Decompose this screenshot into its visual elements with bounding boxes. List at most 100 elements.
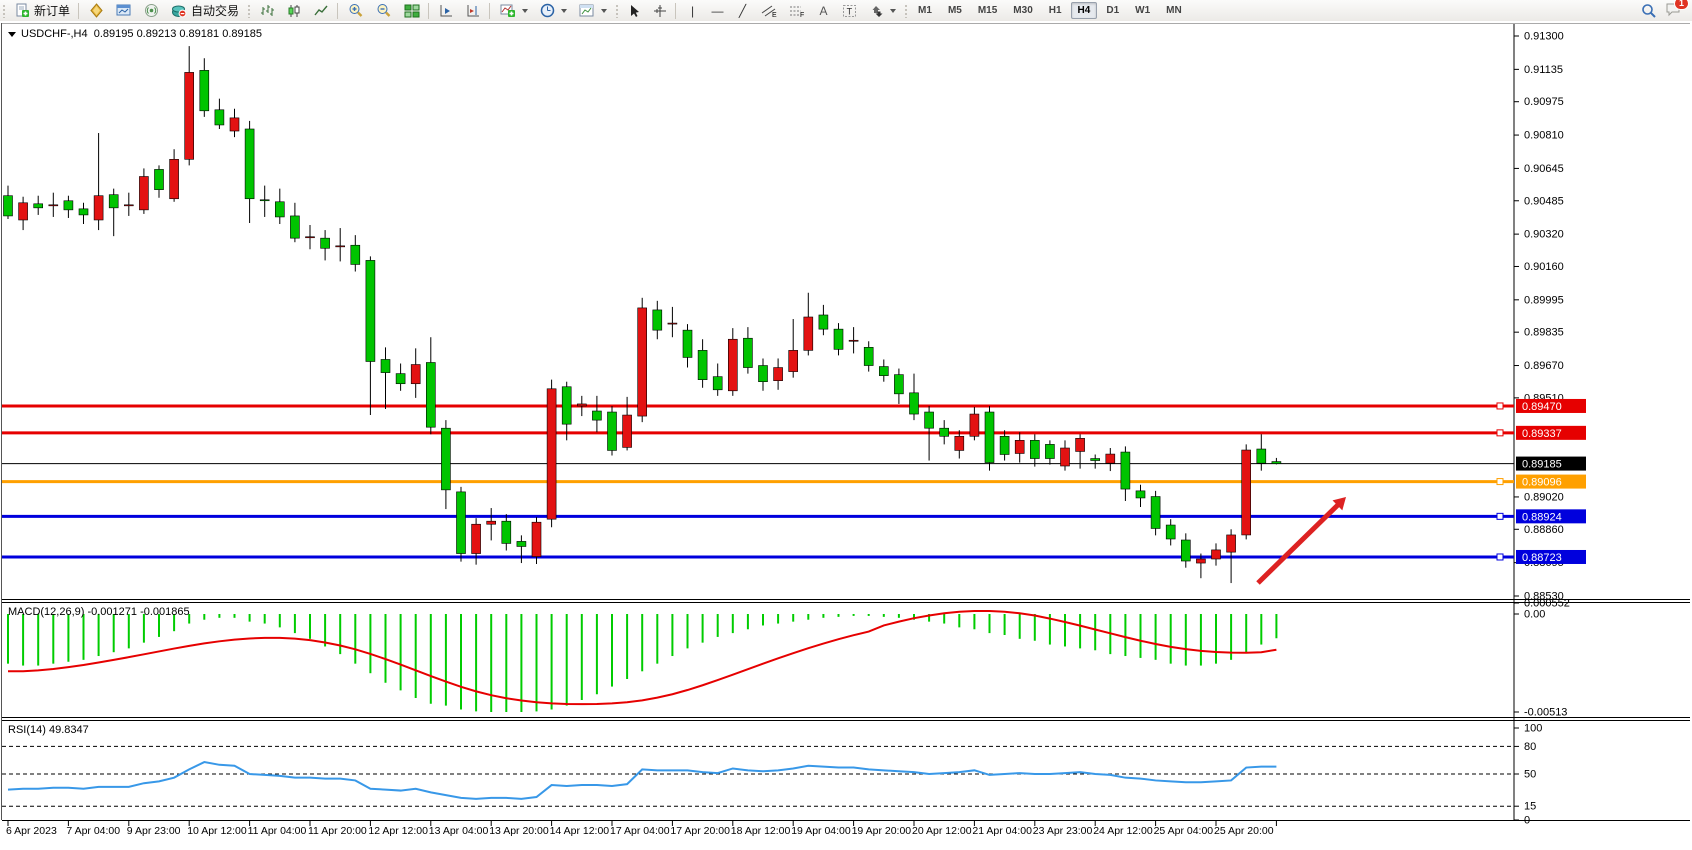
trendline-tool[interactable]: ╱ (730, 0, 755, 21)
candle-body[interactable] (1227, 535, 1236, 552)
candle-body[interactable] (1151, 497, 1160, 529)
candle-body[interactable] (200, 70, 209, 110)
candle-body[interactable] (109, 195, 118, 208)
text-tool[interactable]: A (811, 0, 836, 21)
candle-body[interactable] (804, 317, 813, 350)
candle-body[interactable] (306, 237, 315, 238)
candle-body[interactable] (532, 522, 541, 556)
candle-body[interactable] (849, 340, 858, 341)
candle-body[interactable] (441, 428, 450, 490)
candle-body[interactable] (290, 216, 299, 238)
vertical-line-tool[interactable]: | (680, 0, 705, 21)
candle-body[interactable] (759, 366, 768, 382)
candle-body[interactable] (638, 308, 647, 416)
tf-button-w1[interactable]: W1 (1128, 2, 1157, 19)
zoom-in-button[interactable] (342, 0, 370, 21)
chart-header[interactable]: USDCHF-,H4 0.89195 0.89213 0.89181 0.891… (8, 28, 262, 40)
candle-body[interactable] (1136, 491, 1145, 498)
equidistant-channel-tool[interactable]: E (755, 0, 783, 21)
candle-body[interactable] (170, 159, 179, 198)
candle-body[interactable] (894, 375, 903, 394)
toolbar-drag-handle[interactable] (615, 4, 620, 18)
cursor-button[interactable] (622, 0, 647, 21)
data-window-button[interactable] (110, 0, 138, 21)
candle-body[interactable] (1061, 448, 1070, 466)
candle-body[interactable] (321, 238, 330, 248)
candle-body[interactable] (215, 110, 224, 125)
line-chart-type-button[interactable] (308, 0, 335, 21)
notifications-button[interactable]: 1 (1665, 2, 1682, 20)
text-label-tool[interactable]: T (836, 0, 863, 21)
candle-body[interactable] (1076, 438, 1085, 451)
candle-body[interactable] (411, 365, 420, 384)
toolbar-drag-handle[interactable] (247, 4, 252, 18)
templates-button[interactable] (573, 0, 613, 21)
chart-shift-button[interactable] (460, 0, 487, 21)
candle-body[interactable] (819, 315, 828, 329)
tile-windows-button[interactable] (398, 0, 426, 21)
candle-body[interactable] (351, 245, 360, 264)
candle-body[interactable] (396, 374, 405, 384)
candle-body[interactable] (139, 177, 148, 210)
candle-body[interactable] (713, 377, 722, 390)
candle-body[interactable] (1242, 450, 1251, 535)
horizontal-line-tool[interactable]: — (705, 0, 730, 21)
candle-body[interactable] (925, 412, 934, 428)
candle-body[interactable] (743, 338, 752, 367)
candle-body[interactable] (155, 169, 164, 189)
candle-body[interactable] (64, 201, 73, 210)
candle-body[interactable] (1000, 436, 1009, 454)
zoom-out-button[interactable] (370, 0, 398, 21)
candle-body[interactable] (985, 412, 994, 463)
tf-button-m5[interactable]: M5 (941, 2, 969, 19)
candle-body[interactable] (185, 72, 194, 159)
candle-body[interactable] (1030, 440, 1039, 458)
market-watch-button[interactable] (83, 0, 110, 21)
candle-body[interactable] (79, 209, 88, 215)
candle-body[interactable] (1015, 440, 1024, 453)
candle-body[interactable] (562, 387, 571, 424)
candle-body[interactable] (864, 347, 873, 365)
line-handle[interactable] (1497, 430, 1503, 436)
candle-body[interactable] (275, 202, 284, 217)
candle-body[interactable] (1166, 525, 1175, 539)
tf-button-h4[interactable]: H4 (1071, 2, 1098, 19)
candle-body[interactable] (1257, 449, 1266, 463)
toolbar-drag-handle[interactable] (904, 4, 909, 18)
candle-body[interactable] (457, 492, 466, 554)
tf-button-m30[interactable]: M30 (1006, 2, 1039, 19)
signals-button[interactable] (138, 0, 165, 21)
tf-button-m15[interactable]: M15 (971, 2, 1004, 19)
candle-body[interactable] (1181, 540, 1190, 561)
chart-canvas[interactable]: 0.913000.911350.909750.908100.906450.904… (0, 22, 1692, 850)
candle-body[interactable] (260, 200, 269, 201)
candle-body[interactable] (49, 205, 58, 206)
candle-body[interactable] (789, 350, 798, 371)
candle-body[interactable] (1121, 452, 1130, 489)
candle-body[interactable] (502, 521, 511, 543)
fibonacci-tool[interactable]: F (783, 0, 811, 21)
candle-body[interactable] (910, 393, 919, 414)
candle-body[interactable] (623, 415, 632, 447)
candle-body[interactable] (124, 205, 133, 206)
candle-body[interactable] (547, 389, 556, 519)
candle-body[interactable] (698, 350, 707, 379)
tf-button-m1[interactable]: M1 (911, 2, 939, 19)
candle-body[interactable] (1196, 559, 1205, 563)
chart-dropdown-icon[interactable] (8, 32, 16, 37)
candle-body[interactable] (774, 368, 783, 381)
candle-body[interactable] (472, 524, 481, 553)
candle-body[interactable] (970, 414, 979, 436)
tf-button-mn[interactable]: MN (1159, 2, 1189, 19)
candle-body[interactable] (34, 204, 43, 208)
candle-body[interactable] (1045, 444, 1054, 458)
tf-button-h1[interactable]: H1 (1042, 2, 1069, 19)
candle-body[interactable] (230, 118, 239, 131)
candle-body[interactable] (940, 428, 949, 436)
candle-body[interactable] (834, 329, 843, 349)
candle-body[interactable] (381, 359, 390, 372)
indicators-button[interactable] (494, 0, 534, 21)
candle-body[interactable] (1091, 459, 1100, 461)
candle-body[interactable] (668, 323, 677, 324)
candle-body[interactable] (728, 339, 737, 391)
